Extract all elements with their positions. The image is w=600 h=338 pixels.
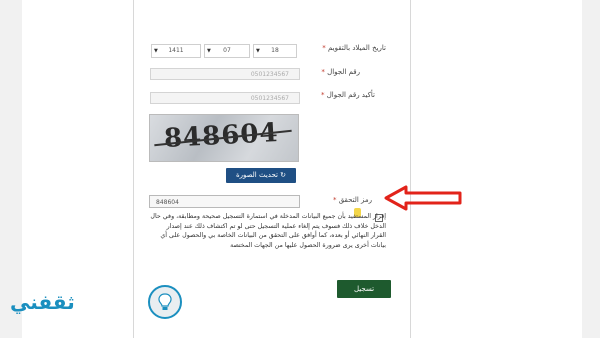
captcha-input[interactable]: 848604 (149, 195, 300, 208)
logo: ثقفني (10, 290, 75, 314)
annotation-arrow-icon (384, 185, 462, 211)
refresh-captcha-button[interactable]: ↻ تحديث الصورة (226, 168, 296, 183)
terms-text: إقرار المستفيد بأن جميع البيانات المدخلة… (150, 213, 386, 249)
mobile-input[interactable]: 0501234567 (150, 68, 300, 80)
confirm-mobile-input[interactable]: 0501234567 (150, 92, 300, 104)
left-gutter (0, 0, 22, 338)
lightbulb-icon (148, 285, 182, 319)
submit-button[interactable]: تسجيل (337, 280, 391, 298)
birthdate-label: تاريخ الميلاد بالتقويم * (322, 44, 386, 52)
birthdate-month-select[interactable]: ▼ 07 (204, 44, 250, 58)
mobile-label: رقم الجوال * (321, 68, 360, 76)
confirm-mobile-label: تأكيد رقم الجوال * (320, 91, 375, 99)
captcha-text: 848604 (163, 118, 280, 154)
captcha-label: رمز التحقق * (332, 196, 372, 204)
birthdate-year-select[interactable]: ▼ 1411 (151, 44, 201, 58)
birthdate-day-select[interactable]: ▼ 18 (253, 44, 297, 58)
chevron-down-icon: ▼ (207, 48, 211, 54)
chevron-down-icon: ▼ (256, 48, 260, 54)
captcha-image: 848604 (149, 114, 299, 162)
chevron-down-icon: ▼ (154, 48, 158, 54)
refresh-icon: ↻ (280, 171, 287, 179)
right-gutter (582, 0, 600, 338)
